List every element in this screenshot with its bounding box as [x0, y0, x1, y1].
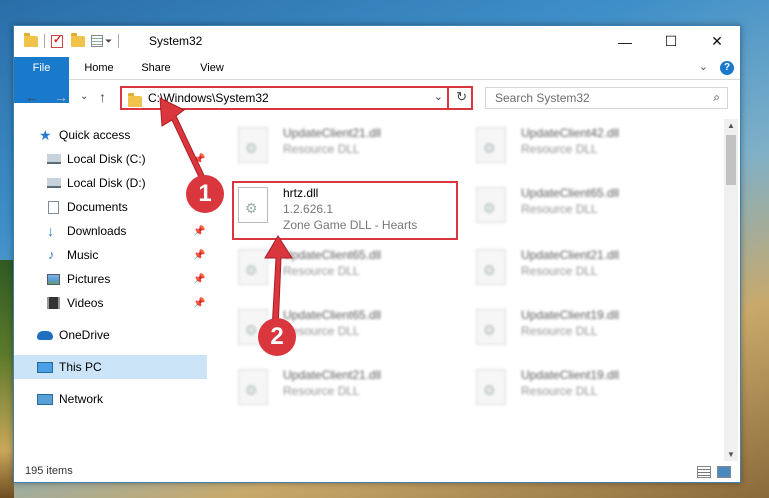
arrow-2-icon [264, 235, 293, 331]
step-1-badge: 1 [186, 175, 224, 213]
annotation-arrows [159, 97, 293, 331]
step-2-badge: 2 [258, 318, 296, 356]
